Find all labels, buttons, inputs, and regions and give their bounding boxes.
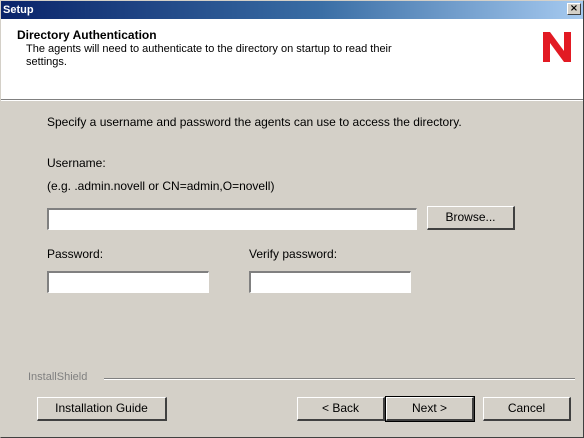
page-description: The agents will need to authenticate to … bbox=[26, 43, 392, 68]
back-button[interactable]: < Back bbox=[297, 397, 385, 421]
password-label: Password: bbox=[47, 247, 104, 261]
username-example: (e.g. .admin.novell or CN=admin,O=novell… bbox=[47, 179, 275, 193]
username-label: Username: bbox=[47, 156, 106, 170]
browse-button[interactable]: Browse... bbox=[427, 206, 515, 230]
window-title: Setup bbox=[3, 4, 34, 16]
close-icon: × bbox=[569, 3, 579, 14]
verify-password-label: Verify password: bbox=[249, 247, 338, 261]
cancel-button[interactable]: Cancel bbox=[483, 397, 571, 421]
password-field[interactable] bbox=[47, 271, 209, 293]
title-bar: Setup × bbox=[1, 1, 583, 19]
setup-dialog: Setup × Directory Authentication The age… bbox=[0, 0, 584, 438]
page-title: Directory Authentication bbox=[17, 28, 157, 42]
novell-n-logo-icon bbox=[543, 32, 571, 62]
close-button[interactable]: × bbox=[567, 3, 581, 15]
username-field[interactable] bbox=[47, 208, 417, 230]
header-panel: Directory Authentication The agents will… bbox=[1, 19, 583, 101]
installation-guide-button[interactable]: Installation Guide bbox=[37, 397, 167, 421]
instruction-text: Specify a username and password the agen… bbox=[47, 115, 462, 129]
next-button[interactable]: Next > bbox=[385, 396, 475, 422]
verify-password-field[interactable] bbox=[249, 271, 411, 293]
installshield-brand: InstallShield bbox=[28, 371, 88, 383]
footer-divider bbox=[104, 378, 575, 380]
